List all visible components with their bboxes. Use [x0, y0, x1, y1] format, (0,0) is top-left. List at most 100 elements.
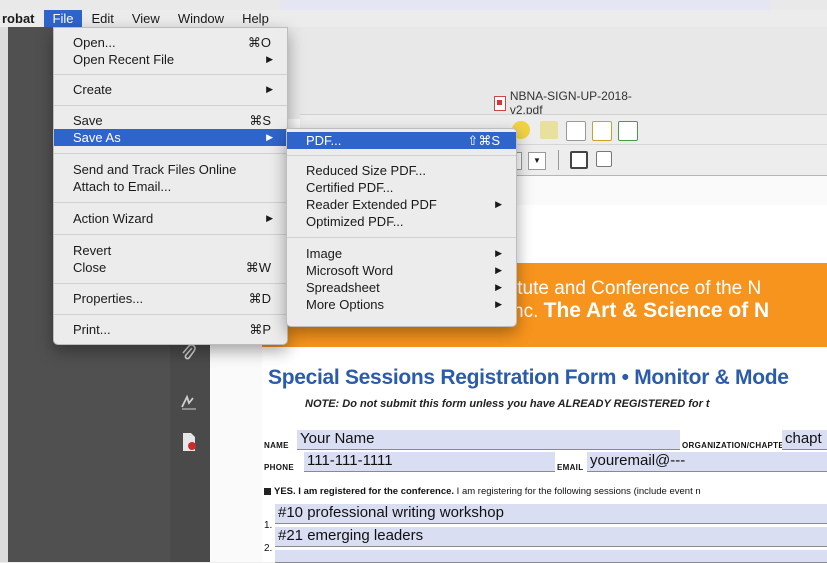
- menu-item-open[interactable]: Open... ⌘O: [54, 34, 287, 51]
- fit-page-icon[interactable]: [570, 151, 588, 169]
- submenu-item-certified-label: Certified PDF...: [306, 180, 394, 195]
- menu-item-create[interactable]: Create ▶: [54, 81, 287, 98]
- menu-item-open-recent[interactable]: Open Recent File ▶: [54, 51, 287, 68]
- menubar-window[interactable]: Window: [169, 10, 233, 27]
- document-info-icon[interactable]: [178, 432, 200, 454]
- menu-separator: [287, 237, 516, 238]
- file-menu: Open... ⌘O Open Recent File ▶ Create ▶ S…: [53, 27, 288, 345]
- registration-confirm-rest: I am registering for the following sessi…: [454, 486, 701, 497]
- pdf-edit-icon[interactable]: [592, 121, 612, 141]
- session-2-number: 2.: [264, 543, 273, 554]
- pdf-file-icon: [493, 95, 506, 111]
- phone-label: PHONE: [264, 463, 294, 472]
- menu-item-send-track-label: Send and Track Files Online: [73, 162, 237, 177]
- submenu-item-reader-extended[interactable]: Reader Extended PDF ▶: [287, 196, 516, 213]
- menu-item-save-shortcut: ⌘S: [249, 113, 271, 128]
- submenu-arrow-icon: ▶: [495, 265, 502, 275]
- left-panel-edge: [0, 27, 8, 562]
- banner-line-2-bold: The Art & Science of N: [543, 299, 770, 322]
- name-label: NAME: [264, 441, 289, 450]
- session-3-field[interactable]: [275, 550, 827, 563]
- menu-item-revert[interactable]: Revert: [54, 242, 287, 259]
- menu-item-print-label: Print...: [73, 322, 111, 337]
- menu-item-properties[interactable]: Properties... ⌘D: [54, 290, 287, 307]
- checkbox[interactable]: [264, 487, 271, 495]
- toolbar-divider: [558, 150, 559, 170]
- menu-item-action-wizard[interactable]: Action Wizard ▶: [54, 210, 287, 227]
- menubar-help[interactable]: Help: [233, 10, 278, 27]
- pdf-export-icon[interactable]: [566, 121, 586, 141]
- menu-item-revert-label: Revert: [73, 243, 112, 258]
- chevron-down-icon[interactable]: ▼: [528, 152, 546, 170]
- organization-label: ORGANIZATION/CHAPTER: [682, 441, 791, 450]
- organization-field[interactable]: chapt: [782, 430, 827, 450]
- menu-item-create-label: Create: [73, 82, 113, 97]
- submenu-item-spreadsheet[interactable]: Spreadsheet ▶: [287, 279, 516, 296]
- menu-item-print-shortcut: ⌘P: [249, 322, 271, 337]
- submenu-item-word-label: Microsoft Word: [306, 263, 394, 278]
- submenu-item-pdf-shortcut: ⇧⌘S: [467, 133, 500, 148]
- submenu-item-more-options[interactable]: More Options ▶: [287, 296, 516, 313]
- menu-separator: [287, 155, 516, 156]
- menu-item-attach-email[interactable]: Attach to Email...: [54, 178, 287, 195]
- submenu-arrow-icon: ▶: [495, 248, 502, 258]
- banner-line-2-prefix: nc.: [513, 301, 544, 322]
- menu-item-close-label: Close: [73, 260, 107, 275]
- menu-item-properties-shortcut: ⌘D: [248, 291, 271, 306]
- banner-line-2: nc. The Art & Science of N: [513, 299, 769, 323]
- menu-item-action-wizard-label: Action Wizard: [73, 211, 154, 226]
- top-window-strip: [280, 0, 770, 10]
- session-1-number: 1.: [264, 520, 273, 531]
- menubar-view[interactable]: View: [123, 10, 169, 27]
- submenu-item-more-options-label: More Options: [306, 297, 385, 312]
- submenu-arrow-icon: ▶: [495, 299, 502, 309]
- menu-separator: [54, 234, 287, 235]
- submenu-item-image[interactable]: Image ▶: [287, 245, 516, 262]
- document-tab[interactable]: NBNA-SIGN-UP-2018-v2.pdf: [300, 89, 650, 117]
- menu-separator: [54, 74, 287, 75]
- menu-item-print[interactable]: Print... ⌘P: [54, 321, 287, 338]
- menubar-file[interactable]: File: [43, 10, 83, 27]
- menubar: robat File Edit View Window Help: [0, 10, 827, 28]
- highlight-icon[interactable]: [540, 121, 558, 139]
- submenu-item-word[interactable]: Microsoft Word ▶: [287, 262, 516, 279]
- menu-separator: [54, 202, 287, 203]
- submenu-item-pdf[interactable]: PDF... ⇧⌘S: [287, 132, 516, 149]
- menu-item-close[interactable]: Close ⌘W: [54, 259, 287, 276]
- submenu-item-optimized[interactable]: Optimized PDF...: [287, 213, 516, 230]
- submenu-item-reduced-size[interactable]: Reduced Size PDF...: [287, 162, 516, 179]
- menu-item-send-track[interactable]: Send and Track Files Online: [54, 161, 287, 178]
- email-label: EMAIL: [557, 463, 584, 472]
- submenu-arrow-icon: ▶: [266, 213, 273, 223]
- menu-item-close-shortcut: ⌘W: [245, 260, 271, 275]
- menu-item-save-as[interactable]: Save As ▶: [54, 129, 287, 146]
- phone-field[interactable]: 111-111-1111: [304, 452, 555, 472]
- menubar-edit[interactable]: Edit: [82, 10, 122, 27]
- fit-width-icon[interactable]: [596, 151, 612, 167]
- menu-item-save[interactable]: Save ⌘S: [54, 112, 287, 129]
- submenu-arrow-icon: ▶: [266, 84, 273, 94]
- name-field[interactable]: Your Name: [297, 430, 680, 450]
- submenu-item-image-label: Image: [306, 246, 343, 261]
- document-title: NBNA-SIGN-UP-2018-v2.pdf: [509, 89, 632, 117]
- pdf-share-icon[interactable]: [618, 121, 638, 141]
- paperclip-icon[interactable]: [178, 344, 200, 366]
- form-note: NOTE: Do not submit this form unless you…: [305, 398, 710, 410]
- menu-separator: [54, 153, 287, 154]
- menu-separator: [54, 283, 287, 284]
- menu-item-save-label: Save: [73, 113, 103, 128]
- session-2-field[interactable]: #21 emerging leaders: [275, 527, 827, 547]
- email-field[interactable]: youremail@---: [587, 452, 827, 472]
- signature-icon[interactable]: [178, 393, 200, 415]
- registration-confirm-bold: YES. I am registered for the conference.: [274, 486, 455, 497]
- submenu-item-spreadsheet-label: Spreadsheet: [306, 280, 380, 295]
- form-title: Special Sessions Registration Form • Mon…: [268, 366, 789, 389]
- submenu-item-optimized-label: Optimized PDF...: [306, 214, 404, 229]
- menubar-app-name[interactable]: robat: [0, 10, 44, 27]
- banner-line-1: itute and Conference of the N: [513, 278, 762, 299]
- submenu-item-certified[interactable]: Certified PDF...: [287, 179, 516, 196]
- menu-separator: [54, 105, 287, 106]
- menu-item-open-label: Open...: [73, 35, 116, 50]
- menu-item-open-shortcut: ⌘O: [247, 35, 271, 50]
- session-1-field[interactable]: #10 professional writing workshop: [275, 504, 827, 524]
